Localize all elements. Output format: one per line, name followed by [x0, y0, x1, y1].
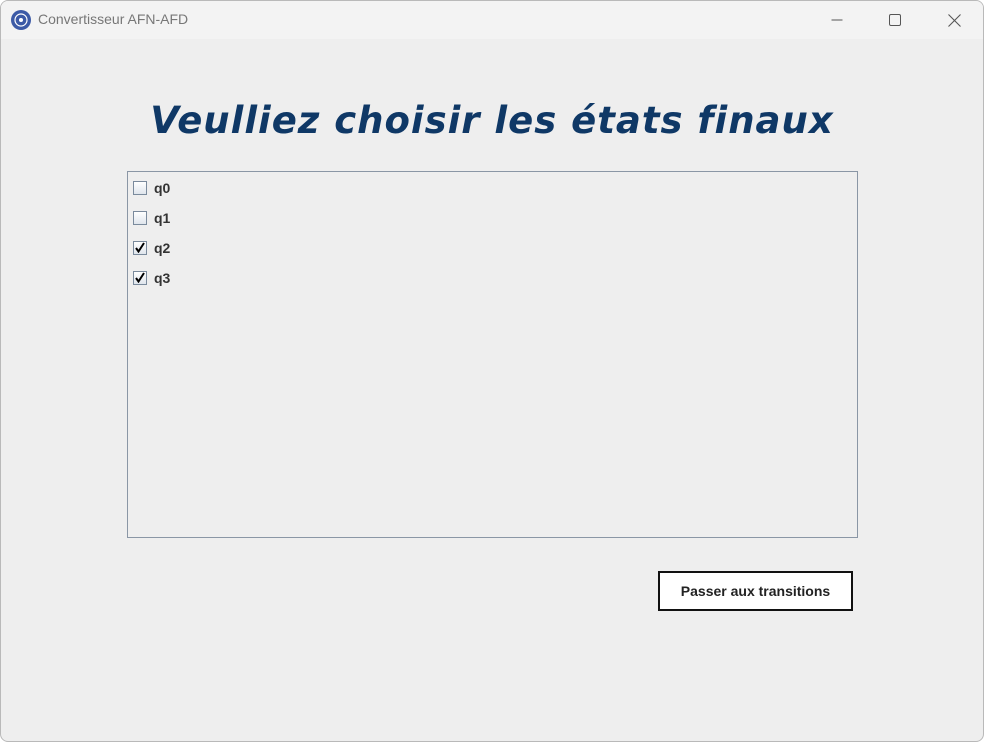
window-title: Convertisseur AFN-AFD [38, 11, 189, 27]
state-checkbox[interactable] [133, 241, 147, 255]
page-heading: Veulliez choisir les états finaux [150, 99, 834, 142]
state-label: q0 [154, 180, 171, 196]
state-checkbox[interactable] [133, 211, 147, 225]
close-button[interactable] [925, 1, 983, 39]
title-bar[interactable]: Convertisseur AFN-AFD [1, 1, 983, 39]
state-item-q3[interactable]: q3 [133, 268, 170, 288]
state-label: q3 [154, 270, 171, 286]
state-label: q1 [154, 210, 171, 226]
state-label: q2 [154, 240, 171, 256]
state-item-q1[interactable]: q1 [133, 208, 170, 228]
app-icon [11, 10, 31, 30]
state-item-q0[interactable]: q0 [133, 178, 170, 198]
state-checkbox[interactable] [133, 271, 147, 285]
close-icon [947, 13, 961, 27]
state-checkbox[interactable] [133, 181, 147, 195]
next-transitions-button[interactable]: Passer aux transitions [658, 571, 853, 611]
minimize-button[interactable] [808, 1, 866, 39]
maximize-icon [889, 14, 901, 26]
minimize-icon [831, 19, 843, 21]
final-states-list: q0 q1 q2 q3 [127, 171, 858, 538]
state-item-q2[interactable]: q2 [133, 238, 170, 258]
app-window: Convertisseur AFN-AFD Veulliez choisir l… [0, 0, 984, 742]
maximize-button[interactable] [866, 1, 924, 39]
